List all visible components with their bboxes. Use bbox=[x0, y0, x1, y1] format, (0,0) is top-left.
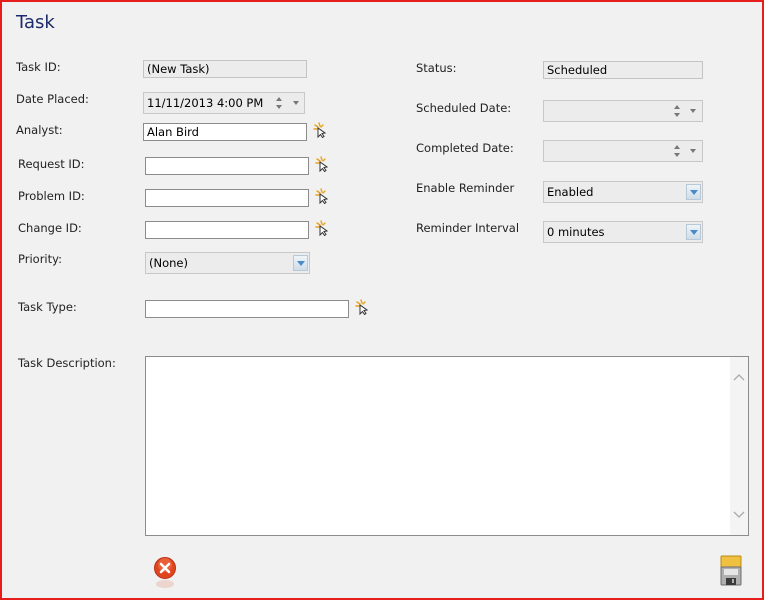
scroll-up-icon[interactable] bbox=[732, 371, 746, 385]
analyst-lookup-icon[interactable] bbox=[313, 122, 327, 138]
date-placed-value: 11/11/2013 4:00 PM bbox=[147, 96, 263, 110]
description-scrollbar[interactable] bbox=[730, 357, 748, 535]
chevron-down-icon[interactable] bbox=[686, 224, 701, 240]
chevron-down-icon[interactable] bbox=[686, 184, 701, 200]
task-description-textarea[interactable] bbox=[145, 356, 749, 536]
task-id-label: Task ID: bbox=[16, 60, 61, 74]
problem-id-label: Problem ID: bbox=[18, 189, 85, 203]
problem-id-field[interactable] bbox=[145, 189, 309, 207]
task-type-label: Task Type: bbox=[18, 300, 77, 314]
date-placed-label: Date Placed: bbox=[16, 92, 89, 106]
change-lookup-icon[interactable] bbox=[315, 220, 329, 236]
task-type-field[interactable] bbox=[145, 300, 349, 318]
priority-select[interactable]: (None) bbox=[145, 252, 310, 274]
enable-reminder-select[interactable]: Enabled bbox=[543, 181, 703, 203]
analyst-label: Analyst: bbox=[16, 123, 63, 137]
task-window: Task Task ID: (New Task) Date Placed: 11… bbox=[0, 0, 764, 600]
request-lookup-icon[interactable] bbox=[315, 156, 329, 172]
status-field: Scheduled bbox=[543, 61, 703, 79]
date-placed-picker[interactable]: 11/11/2013 4:00 PM bbox=[143, 92, 305, 114]
reminder-interval-label: Reminder Interval bbox=[416, 221, 519, 235]
task-description-label: Task Description: bbox=[18, 356, 116, 370]
chevron-down-icon[interactable] bbox=[690, 109, 696, 113]
task-id-field: (New Task) bbox=[143, 60, 307, 78]
reminder-interval-select[interactable]: 0 minutes bbox=[543, 221, 703, 243]
request-id-field[interactable] bbox=[145, 157, 309, 175]
date-spinner-icon[interactable] bbox=[673, 143, 681, 159]
status-label: Status: bbox=[416, 61, 457, 75]
chevron-down-icon[interactable] bbox=[293, 101, 299, 105]
scheduled-date-picker[interactable] bbox=[543, 100, 703, 122]
change-id-field[interactable] bbox=[145, 221, 309, 239]
problem-lookup-icon[interactable] bbox=[315, 188, 329, 204]
scroll-down-icon[interactable] bbox=[732, 507, 746, 521]
reminder-interval-value: 0 minutes bbox=[547, 225, 605, 239]
date-spinner-icon[interactable] bbox=[275, 95, 283, 111]
priority-value: (None) bbox=[149, 256, 188, 270]
enable-reminder-value: Enabled bbox=[547, 185, 593, 199]
chevron-down-icon[interactable] bbox=[293, 255, 308, 271]
completed-date-label: Completed Date: bbox=[416, 141, 514, 155]
cancel-button[interactable] bbox=[152, 556, 178, 590]
save-button[interactable] bbox=[719, 555, 743, 589]
scheduled-date-label: Scheduled Date: bbox=[416, 101, 511, 115]
date-spinner-icon[interactable] bbox=[673, 103, 681, 119]
change-id-label: Change ID: bbox=[18, 221, 82, 235]
chevron-down-icon[interactable] bbox=[690, 149, 696, 153]
request-id-label: Request ID: bbox=[18, 157, 85, 171]
completed-date-picker[interactable] bbox=[543, 140, 703, 162]
task-type-lookup-icon[interactable] bbox=[355, 299, 369, 315]
priority-label: Priority: bbox=[18, 252, 62, 266]
enable-reminder-label: Enable Reminder bbox=[416, 181, 514, 195]
page-title: Task bbox=[16, 12, 55, 33]
analyst-field[interactable]: Alan Bird bbox=[143, 123, 307, 141]
